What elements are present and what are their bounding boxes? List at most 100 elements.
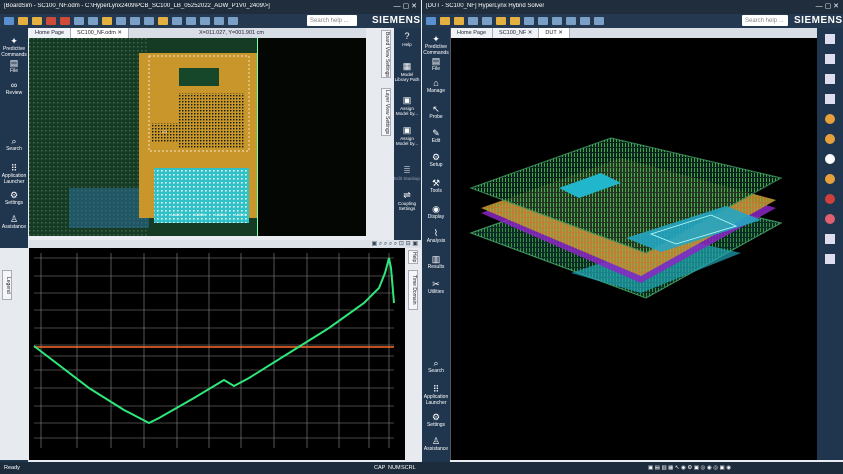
nav-search[interactable]: ⌕ Search bbox=[0, 136, 28, 153]
nav-predictive-commands-r[interactable]: ✦ Predictive Commands bbox=[422, 34, 450, 56]
tool-icon[interactable] bbox=[482, 17, 492, 25]
tool-icon[interactable] bbox=[172, 17, 182, 25]
3d-model-view[interactable] bbox=[451, 38, 817, 460]
nav-settings-r[interactable]: ⚙ Settings bbox=[422, 412, 450, 429]
nav-probe[interactable]: ↖ Probe bbox=[422, 104, 450, 121]
tool-icon[interactable] bbox=[116, 17, 126, 25]
plot-toolbar-icons[interactable]: ▣ ⌕ ⌕ ⌕ ⌕ ⊡ ⊟ ▣ bbox=[371, 240, 418, 248]
library-icon: ▦ bbox=[402, 61, 412, 71]
tool-icon[interactable] bbox=[524, 17, 534, 25]
view-icon[interactable] bbox=[825, 54, 835, 64]
nav-setup[interactable]: ⚙ Setup bbox=[422, 152, 450, 169]
nav-edit[interactable]: ✎ Edit bbox=[422, 128, 450, 145]
tool-icon[interactable] bbox=[496, 17, 506, 25]
tool-model-library-path[interactable]: ▦ Model Library Path bbox=[394, 61, 420, 82]
color-icon[interactable] bbox=[825, 154, 835, 164]
color-icon[interactable] bbox=[825, 114, 835, 124]
tab-dut[interactable]: DUT ✕ bbox=[539, 28, 570, 38]
tab-board-view-settings[interactable]: Board View Settings bbox=[381, 30, 391, 78]
pane-splitter[interactable]: ▣ ⌕ ⌕ ⌕ ⌕ ⊡ ⊟ ▣ bbox=[29, 240, 421, 248]
label-u1009b: U1009 bbox=[193, 212, 206, 217]
tool-icon[interactable] bbox=[200, 17, 210, 25]
open-folder-icon[interactable] bbox=[18, 17, 28, 25]
tab-home-page-r[interactable]: Home Page bbox=[451, 28, 494, 38]
status-bar: Ready CAP NUM SCRL ▣ ▤ ▥ ▦ ↖ ◉ ⚙ ▣ ◎ ◉ ◎… bbox=[0, 462, 843, 474]
view-icon[interactable] bbox=[825, 234, 835, 244]
tool-icon[interactable] bbox=[552, 17, 562, 25]
tool-edit-stackup[interactable]: ≣ Edit Stackup bbox=[394, 165, 420, 181]
view-icon[interactable] bbox=[825, 34, 835, 44]
tool-icon[interactable] bbox=[594, 17, 604, 25]
tab-time-domain[interactable]: Time Domain bbox=[408, 270, 418, 310]
tool-icon[interactable] bbox=[538, 17, 548, 25]
setup-icon: ⚙ bbox=[431, 152, 441, 162]
open-folder-icon[interactable] bbox=[32, 17, 42, 25]
color-icon[interactable] bbox=[825, 174, 835, 184]
tool-icon[interactable] bbox=[566, 17, 576, 25]
tool-assign-model-2[interactable]: ▣ Assign Model by... bbox=[394, 125, 420, 146]
view-icon[interactable] bbox=[825, 94, 835, 104]
color-icon[interactable] bbox=[825, 214, 835, 224]
color-icon[interactable] bbox=[825, 194, 835, 204]
tool-icon[interactable] bbox=[186, 17, 196, 25]
nav-file-r[interactable]: ▤ File bbox=[422, 56, 450, 73]
nav-application-launcher[interactable]: ⠿ Application Launcher bbox=[0, 163, 28, 185]
right-search-input[interactable]: Search help ... bbox=[742, 15, 788, 26]
tab-sc100-nf[interactable]: SC100_NF ✕ bbox=[493, 28, 540, 38]
tab-layer-view-settings[interactable]: Layer View Settings bbox=[381, 88, 391, 136]
tool-icon[interactable] bbox=[510, 17, 520, 25]
nav-assistance-r[interactable]: ♙ Assistance bbox=[422, 436, 450, 453]
tool-icon[interactable] bbox=[228, 17, 238, 25]
tool-icon[interactable] bbox=[144, 17, 154, 25]
left-search-input[interactable]: Search help ... bbox=[307, 15, 357, 26]
tab-sc100-odm[interactable]: SC100_NF.odm ✕ bbox=[71, 28, 130, 38]
nav-assistance[interactable]: ♙ Assistance bbox=[0, 214, 28, 231]
nav-utilities[interactable]: ✂ Utilities bbox=[422, 279, 450, 296]
open-folder-icon[interactable] bbox=[440, 17, 450, 25]
board-icon[interactable] bbox=[60, 17, 70, 25]
tool-icon[interactable] bbox=[158, 17, 168, 25]
nav-settings[interactable]: ⚙ Settings bbox=[0, 190, 28, 207]
nav-tools[interactable]: ⚒ Tools bbox=[422, 178, 450, 195]
tool-icon[interactable] bbox=[102, 17, 112, 25]
nav-review[interactable]: ∞ Review bbox=[0, 80, 28, 97]
plot-grid bbox=[34, 253, 394, 448]
tool-icon[interactable] bbox=[580, 17, 590, 25]
new-icon[interactable] bbox=[426, 17, 436, 25]
num-indicator: NUM bbox=[388, 465, 401, 471]
nav-manage[interactable]: ⌂ Manage bbox=[422, 78, 450, 95]
tool-coupling-settings[interactable]: ⇌ Coupling Settings bbox=[394, 190, 420, 211]
new-icon[interactable] bbox=[4, 17, 14, 25]
nav-application-launcher-r[interactable]: ⠿ Application Launcher bbox=[422, 384, 450, 406]
save-icon[interactable] bbox=[468, 17, 478, 25]
tool-icon[interactable] bbox=[88, 17, 98, 25]
view-icon[interactable] bbox=[825, 74, 835, 84]
tool-icon[interactable] bbox=[214, 17, 224, 25]
nav-results[interactable]: ▥ Results bbox=[422, 254, 450, 271]
open-folder-icon[interactable] bbox=[454, 17, 464, 25]
tool-icon[interactable] bbox=[130, 17, 140, 25]
left-window-controls[interactable]: — ▢ ✕ bbox=[394, 2, 417, 10]
waveform-plot[interactable] bbox=[29, 248, 405, 460]
tool-help[interactable]: ? Help bbox=[394, 31, 420, 47]
nav-analysis[interactable]: ⌇ Analysis bbox=[422, 228, 450, 245]
label-u1: U1 bbox=[162, 129, 168, 134]
tool-icon[interactable] bbox=[74, 17, 84, 25]
nav-search-r[interactable]: ⌕ Search bbox=[422, 358, 450, 375]
tool-assign-model-1[interactable]: ▣ Assign Model by... bbox=[394, 95, 420, 116]
help-icon: ? bbox=[404, 31, 410, 41]
tab-legend[interactable]: Legend bbox=[2, 270, 12, 300]
nav-predictive-commands[interactable]: ✦ Predictive Commands bbox=[0, 36, 28, 58]
color-icon[interactable] bbox=[825, 134, 835, 144]
tab-help-plot[interactable]: Help bbox=[408, 250, 418, 264]
person-icon: ♙ bbox=[9, 214, 19, 224]
view-icon[interactable] bbox=[825, 254, 835, 264]
nav-file[interactable]: ▤ File bbox=[0, 58, 28, 75]
nav-display[interactable]: ◉ Display bbox=[422, 204, 450, 221]
tab-home-page[interactable]: Home Page bbox=[29, 28, 72, 38]
board-icon[interactable] bbox=[46, 17, 56, 25]
right-window-controls[interactable]: — ▢ ✕ bbox=[816, 2, 839, 10]
grid-icon: ⠿ bbox=[10, 163, 18, 173]
pcb-layout-view[interactable]: U1 U1009 U1009 U1001 U1001 bbox=[29, 38, 366, 236]
status-icons[interactable]: ▣ ▤ ▥ ▦ ↖ ◉ ⚙ ▣ ◎ ◉ ◎ ▣ ◉ bbox=[648, 465, 731, 471]
